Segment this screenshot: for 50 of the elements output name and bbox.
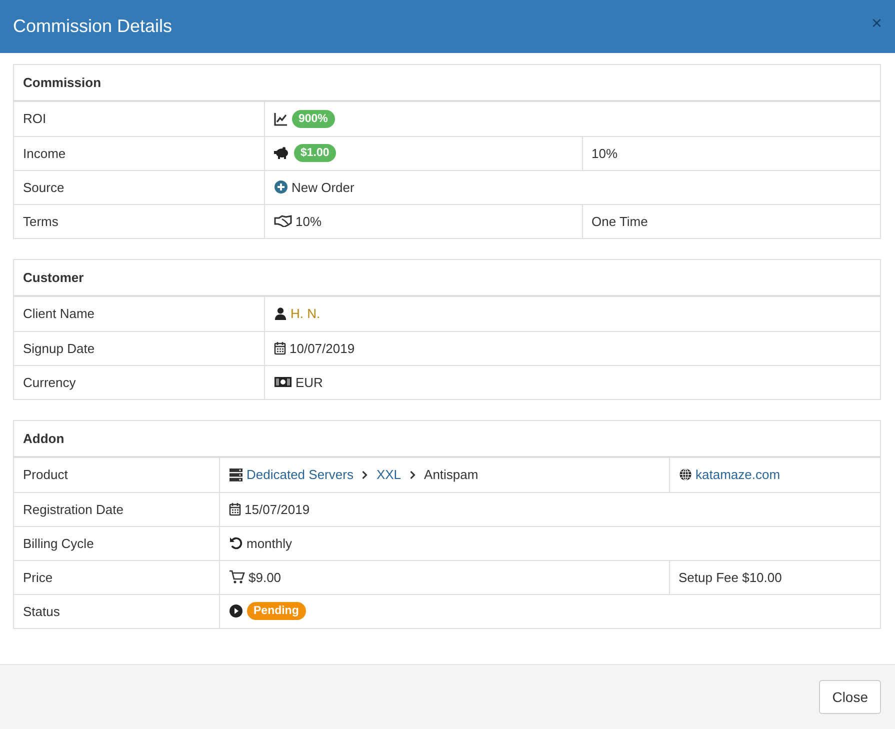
server-icon <box>228 468 242 482</box>
play-circle-icon <box>228 604 242 618</box>
globe-icon <box>678 468 692 482</box>
modal-title: Commission Details <box>13 16 172 37</box>
value-badge: Pending <box>246 602 306 620</box>
section-title: Customer <box>14 260 880 297</box>
cell-value: Setup Fee $10.00 <box>678 570 782 584</box>
cell-value: 10% <box>592 146 618 160</box>
row-label: Currency <box>23 374 76 390</box>
close-button[interactable]: Close <box>819 680 881 714</box>
section-title: Addon <box>14 421 880 458</box>
cart-icon <box>228 570 244 584</box>
cell-value: One Time <box>592 214 648 229</box>
link[interactable]: XXL <box>376 467 402 482</box>
link[interactable]: katamaze.com <box>696 467 780 482</box>
row-label: Status <box>23 604 60 619</box>
chevron-icon <box>409 470 416 480</box>
calendar-icon <box>228 502 240 516</box>
chart-icon <box>274 112 288 126</box>
row-label: Client Name <box>23 306 95 322</box>
plus-circle-icon <box>274 180 288 194</box>
row-label: Signup Date <box>23 340 95 356</box>
piggy-bank-icon <box>274 146 290 160</box>
value-badge: $1.00 <box>294 144 336 162</box>
row-label: Price <box>23 570 53 584</box>
row-label: Income <box>23 146 66 160</box>
banknote-icon <box>274 376 292 388</box>
cell-value: 10% <box>296 214 322 229</box>
handshake-icon <box>274 215 292 228</box>
user-icon <box>274 307 286 320</box>
cell-value: monthly <box>246 536 292 550</box>
chevron-icon <box>361 470 368 480</box>
cell-value: EUR <box>296 374 323 390</box>
undo-icon <box>228 536 242 550</box>
row-label: Source <box>23 180 64 194</box>
link[interactable]: H. N. <box>290 306 320 322</box>
row-label: Terms <box>23 214 58 229</box>
link[interactable]: Dedicated Servers <box>246 467 354 482</box>
calendar-icon <box>274 341 286 355</box>
cell-value: New Order <box>292 180 354 194</box>
cell-value: $9.00 <box>248 570 282 584</box>
row-label: ROI <box>23 111 46 126</box>
row-label: Billing Cycle <box>23 536 94 550</box>
value-badge: 900% <box>292 110 335 128</box>
section-title: Commission <box>14 65 880 102</box>
row-label: Product <box>23 467 68 482</box>
cell-value: 15/07/2019 <box>244 502 310 516</box>
cell-value: 10/07/2019 <box>290 340 355 356</box>
cell-value: Antispam <box>424 467 478 482</box>
row-label: Registration Date <box>23 502 124 516</box>
